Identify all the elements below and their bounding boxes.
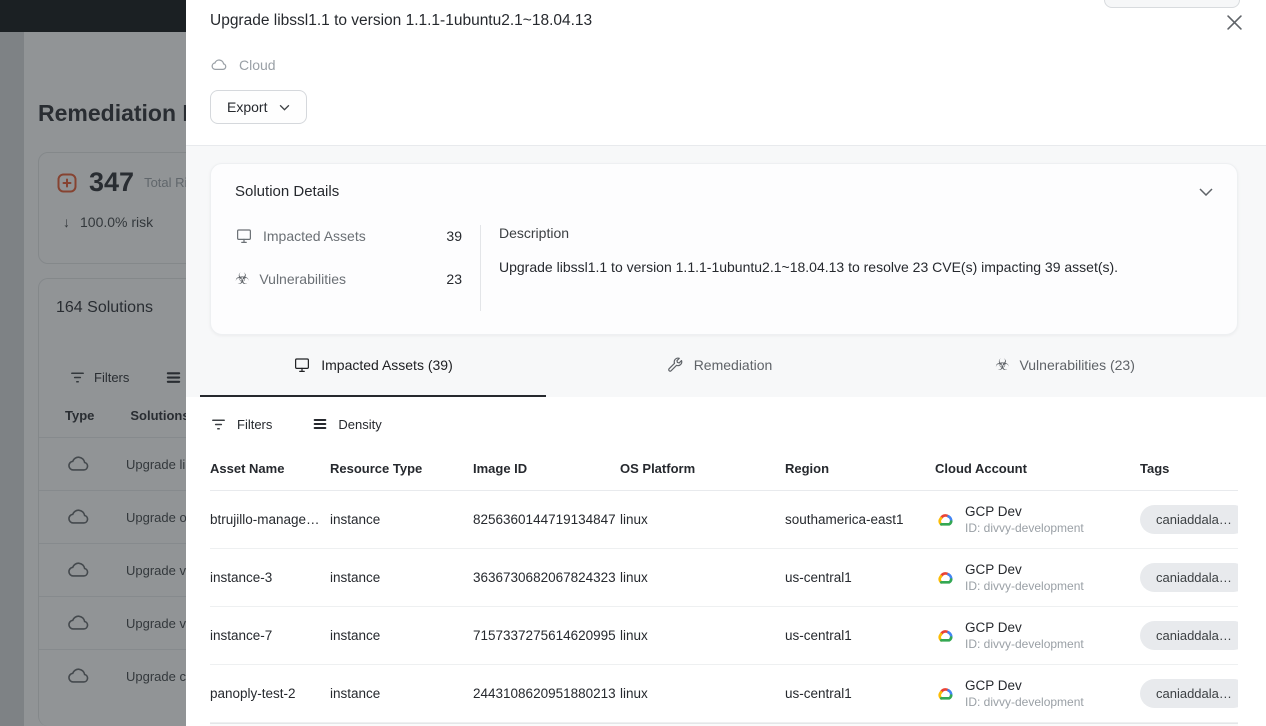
region: us-central1 <box>785 686 935 701</box>
cutoff-action-button[interactable] <box>1104 0 1240 8</box>
table-row[interactable]: panoply-test-2 instance 2443108620951880… <box>210 665 1238 723</box>
asset-name: btrujillo-manage… <box>210 512 330 527</box>
gcp-logo-icon <box>935 511 955 528</box>
col-image-id: Image ID <box>473 461 620 476</box>
resource-type: instance <box>330 686 473 701</box>
solution-details-title: Solution Details <box>235 183 339 200</box>
table-row[interactable]: btrujillo-manage… instance 8256360144719… <box>210 491 1238 549</box>
tag-pill[interactable]: caniaddala… <box>1140 505 1238 534</box>
asset-name: instance-7 <box>210 628 330 643</box>
monitor-icon <box>293 356 311 374</box>
tab-impacted-assets[interactable]: Impacted Assets (39) <box>200 335 546 397</box>
resource-type: instance <box>330 570 473 585</box>
description-label: Description <box>499 225 1213 241</box>
tab-label: Impacted Assets (39) <box>321 357 453 373</box>
col-region: Region <box>785 461 935 476</box>
tag-pill[interactable]: caniaddala… <box>1140 621 1238 650</box>
close-icon[interactable] <box>1222 10 1246 34</box>
col-tags: Tags <box>1140 461 1238 476</box>
export-label: Export <box>227 99 267 115</box>
tab-label: Vulnerabilities (23) <box>1019 357 1134 373</box>
biohazard-icon: ☣ <box>995 357 1009 373</box>
cloud-account-id: ID: divvy-development <box>965 521 1084 535</box>
solution-stats: Impacted Assets 39 ☣ Vulnerabilities 23 <box>235 225 481 311</box>
image-id: 7157337275614620995 <box>473 628 620 643</box>
col-asset-name: Asset Name <box>210 461 330 476</box>
tag-pill[interactable]: caniaddala… <box>1140 563 1238 592</box>
modal-header: Upgrade libssl1.1 to version 1.1.1-1ubun… <box>186 0 1266 146</box>
region: us-central1 <box>785 570 935 585</box>
resource-type: instance <box>330 512 473 527</box>
col-os-platform: OS Platform <box>620 461 785 476</box>
cloud-account-id: ID: divvy-development <box>965 637 1084 651</box>
vulnerabilities-stat: ☣ Vulnerabilities 23 <box>235 268 462 290</box>
solution-detail-modal: Upgrade libssl1.1 to version 1.1.1-1ubun… <box>186 0 1266 726</box>
filters-button[interactable]: Filters <box>237 417 272 432</box>
cloud-account-name: GCP Dev <box>965 620 1084 635</box>
density-icon <box>312 416 328 432</box>
os-platform: linux <box>620 686 785 701</box>
image-id: 3636730682067824323 <box>473 570 620 585</box>
tab-remediation[interactable]: Remediation <box>546 335 892 397</box>
image-id: 2443108620951880213 <box>473 686 620 701</box>
table-row[interactable]: instance-7 instance 7157337275614620995 … <box>210 607 1238 665</box>
cloud-account-name: GCP Dev <box>965 504 1084 519</box>
impacted-assets-stat: Impacted Assets 39 <box>235 225 462 247</box>
region: us-central1 <box>785 628 935 643</box>
col-resource-type: Resource Type <box>330 461 473 476</box>
os-platform: linux <box>620 512 785 527</box>
cloud-account-id: ID: divvy-development <box>965 579 1084 593</box>
resource-type: instance <box>330 628 473 643</box>
cloud-icon <box>210 57 229 73</box>
export-button[interactable]: Export <box>210 90 307 124</box>
solution-details-card: Solution Details Impacted Assets 39 ☣ <box>210 163 1238 335</box>
wrench-icon <box>666 356 684 374</box>
col-cloud-account: Cloud Account <box>935 461 1140 476</box>
chevron-down-icon <box>279 104 290 111</box>
cloud-account-name: GCP Dev <box>965 678 1084 693</box>
os-platform: linux <box>620 628 785 643</box>
biohazard-icon: ☣ <box>235 271 249 287</box>
cloud-account-name: GCP Dev <box>965 562 1084 577</box>
gcp-logo-icon <box>935 569 955 586</box>
cloud-account-id: ID: divvy-development <box>965 695 1084 709</box>
modal-title: Upgrade libssl1.1 to version 1.1.1-1ubun… <box>210 12 1242 30</box>
region: southamerica-east1 <box>785 512 935 527</box>
solution-type-label: Cloud <box>239 57 276 73</box>
filter-funnel-icon <box>210 416 227 433</box>
monitor-icon <box>235 227 253 245</box>
asset-name: panoply-test-2 <box>210 686 330 701</box>
gcp-logo-icon <box>935 685 955 702</box>
description-text: Upgrade libssl1.1 to version 1.1.1-1ubun… <box>499 258 1213 278</box>
gcp-logo-icon <box>935 627 955 644</box>
tab-bar: Impacted Assets (39) Remediation ☣ Vulne… <box>200 335 1238 397</box>
modal-body: Solution Details Impacted Assets 39 ☣ <box>186 146 1266 726</box>
impacted-assets-table-section: Filters Density Asset Name Resource Type… <box>186 397 1266 726</box>
image-id: 8256360144719134847 <box>473 512 620 527</box>
table-header-row: Asset Name Resource Type Image ID OS Pla… <box>210 447 1238 491</box>
density-button[interactable]: Density <box>338 417 381 432</box>
collapse-chevron-icon[interactable] <box>1199 188 1213 196</box>
asset-name: instance-3 <box>210 570 330 585</box>
table-row[interactable]: instance-3 instance 3636730682067824323 … <box>210 549 1238 607</box>
tab-label: Remediation <box>694 357 773 373</box>
tag-pill[interactable]: caniaddala… <box>1140 679 1238 708</box>
os-platform: linux <box>620 570 785 585</box>
tab-vulnerabilities[interactable]: ☣ Vulnerabilities (23) <box>892 335 1238 397</box>
